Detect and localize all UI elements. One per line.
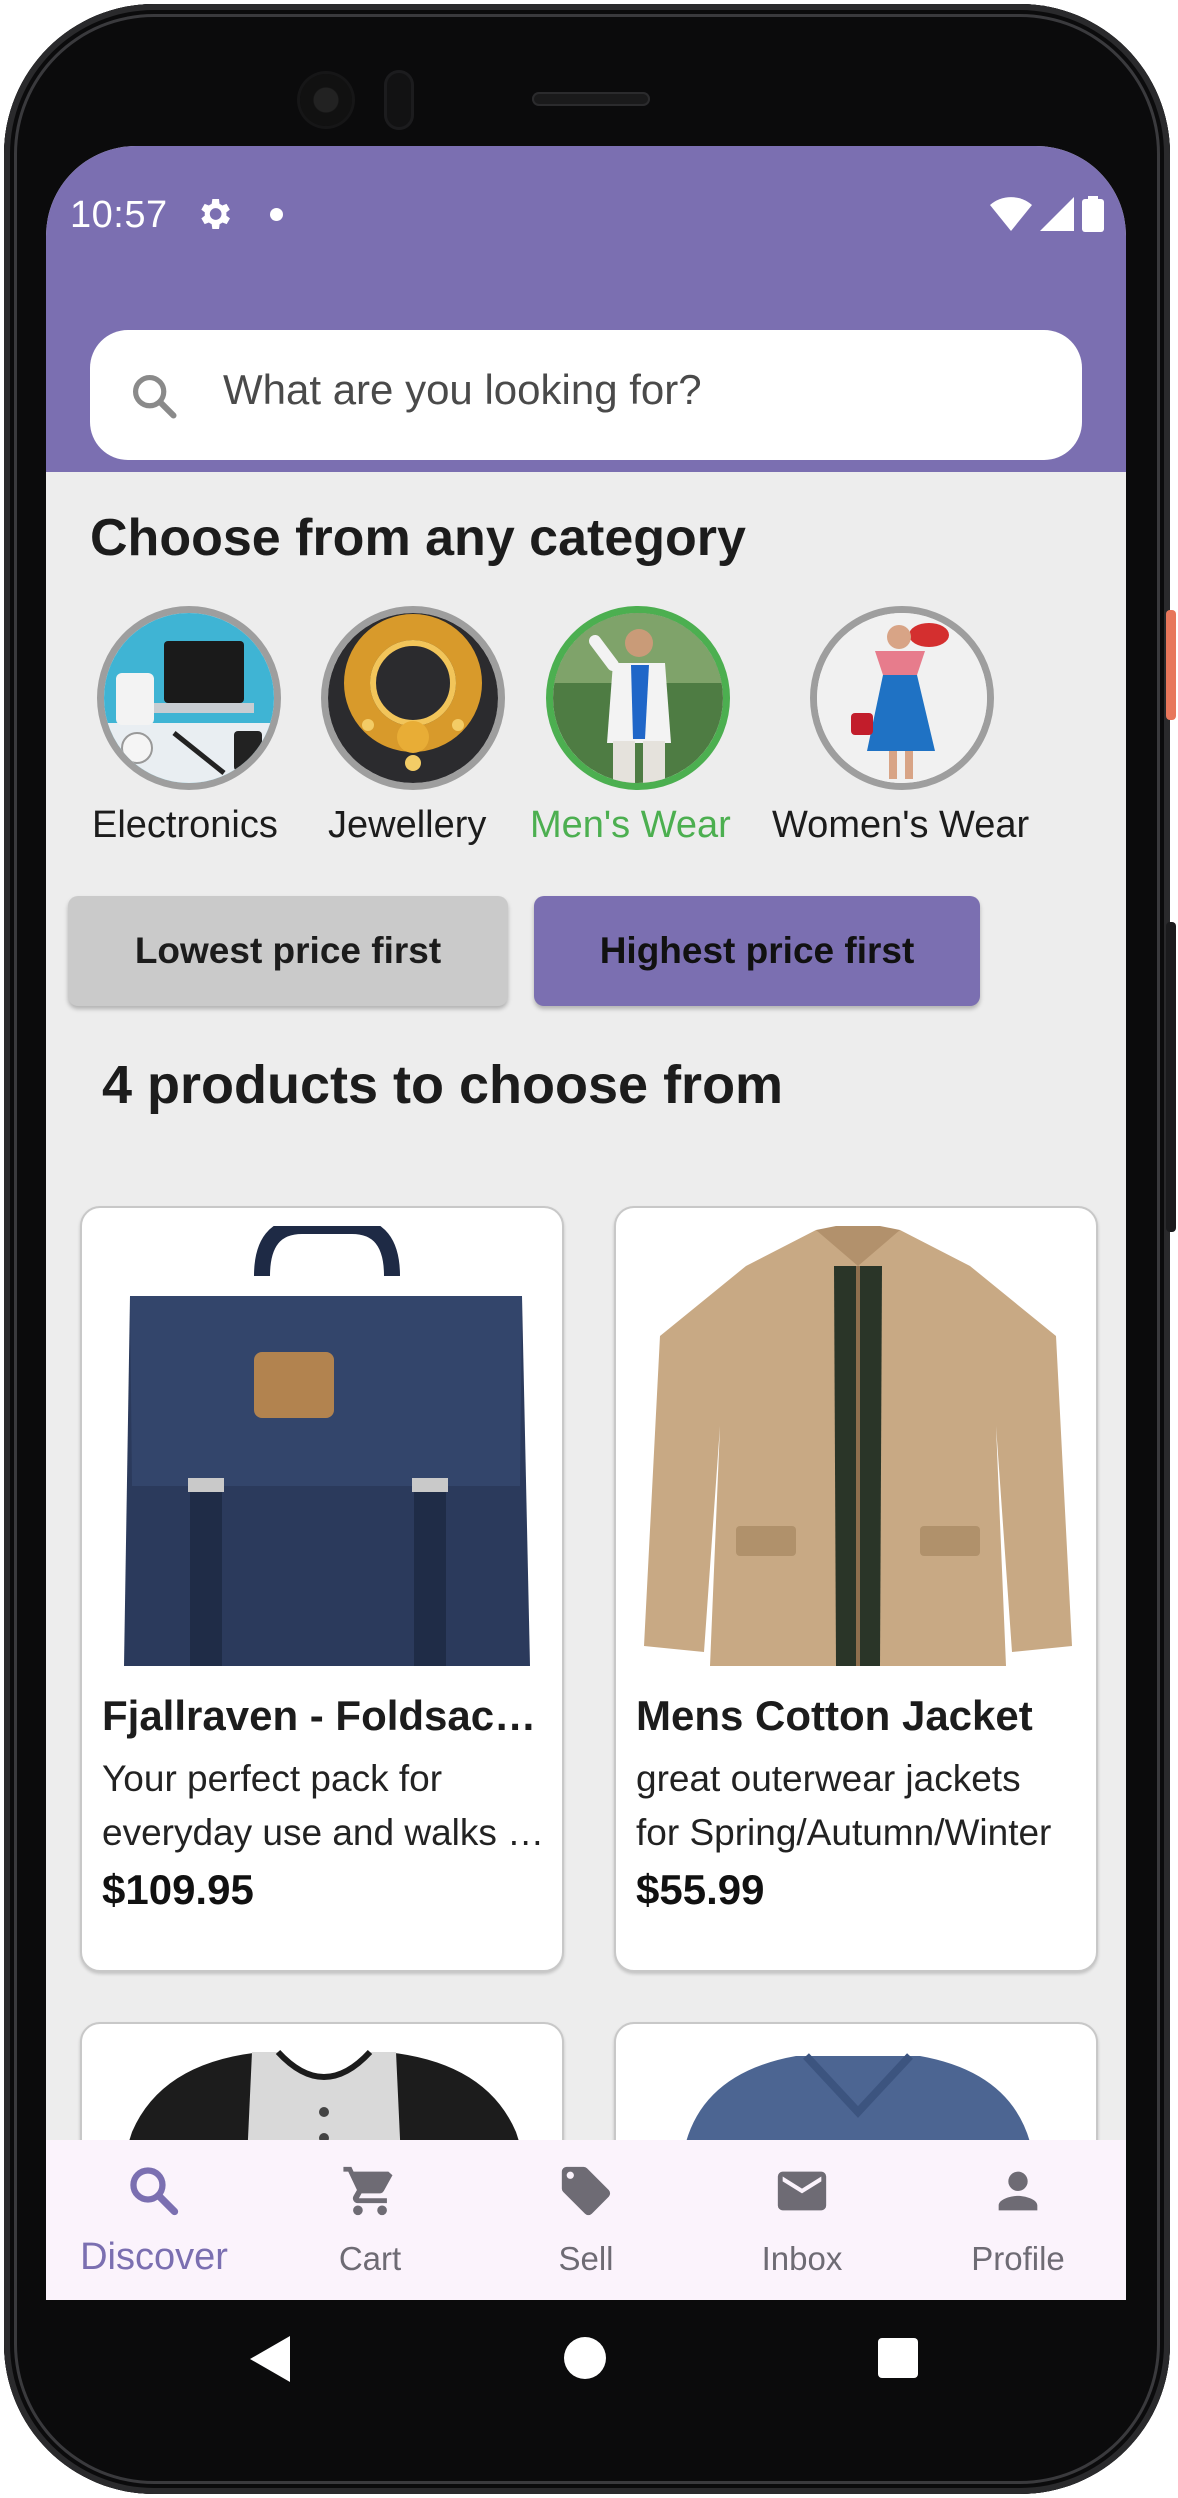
product-description-line: for Spring/Autumn/Winter xyxy=(636,1812,1052,1853)
status-bar: 10:57 xyxy=(46,146,1126,286)
nav-sell[interactable]: Sell xyxy=(478,2140,694,2300)
battery-icon xyxy=(1082,196,1104,232)
product-description-line: everyday use and walks in the forest xyxy=(102,1812,548,1853)
earpiece-speaker xyxy=(532,92,650,106)
sort-highest-price-button[interactable]: Highest price first xyxy=(534,896,980,1006)
product-card[interactable]: Mens Cotton Jacket great outerwear jacke… xyxy=(614,1206,1098,1972)
product-description: great outerwear jackets for Spring/Autum… xyxy=(636,1752,1082,1860)
product-title: Mens Cotton Jacket xyxy=(636,1692,1033,1739)
nav-cart[interactable]: Cart xyxy=(262,2140,478,2300)
jewellery-image xyxy=(321,606,505,790)
notification-dot-icon xyxy=(270,208,283,221)
nav-label: Sell xyxy=(558,2240,614,2277)
settings-gear-icon xyxy=(201,199,230,229)
nav-discover[interactable]: Discover xyxy=(46,2140,262,2300)
search-icon xyxy=(130,2167,179,2216)
category-label-womens-wear: Women's Wear xyxy=(772,804,1030,846)
nav-profile[interactable]: Profile xyxy=(910,2140,1126,2300)
product-description: Your perfect pack for everyday use and w… xyxy=(102,1752,548,1860)
product-description-line: great outerwear jackets xyxy=(636,1758,1021,1799)
nav-inbox[interactable]: Inbox xyxy=(694,2140,910,2300)
mens-wear-image xyxy=(546,606,730,790)
proximity-sensor xyxy=(384,70,414,130)
product-description-line: Your perfect pack for xyxy=(102,1758,443,1799)
bottom-navigation: Discover Cart Sell Inbox Profile xyxy=(46,2140,1126,2300)
womens-wear-image xyxy=(810,606,994,790)
search-input[interactable]: What are you looking for? xyxy=(90,330,1082,460)
product-price: $109.95 xyxy=(102,1866,254,1913)
nav-label: Discover xyxy=(80,2236,228,2278)
cellular-signal-icon xyxy=(1040,197,1074,231)
search-placeholder: What are you looking for? xyxy=(223,366,702,413)
category-section-title: Choose from any category xyxy=(90,509,746,567)
nav-label: Inbox xyxy=(761,2240,843,2277)
search-icon xyxy=(132,374,177,419)
system-navigation-bar xyxy=(46,2300,1126,2420)
product-price: $55.99 xyxy=(636,1866,765,1913)
mail-icon xyxy=(777,2171,827,2211)
wifi-icon xyxy=(990,197,1032,231)
products-count-title: 4 products to choose from xyxy=(102,1055,784,1115)
cart-icon xyxy=(343,2166,393,2216)
product-image-backpack xyxy=(102,1226,546,1676)
sort-lowest-price-button[interactable]: Lowest price first xyxy=(68,896,508,1006)
category-label-mens-wear: Men's Wear xyxy=(530,804,731,846)
app-screen: 10:57 What are you looking for? Choose f… xyxy=(46,146,1126,2300)
back-icon[interactable] xyxy=(250,2336,290,2382)
person-icon xyxy=(998,2171,1038,2211)
recent-apps-icon[interactable] xyxy=(878,2338,918,2378)
nav-label: Profile xyxy=(971,2240,1065,2277)
tag-icon xyxy=(561,2166,611,2216)
category-label-jewellery: Jewellery xyxy=(328,804,487,846)
nav-label: Cart xyxy=(338,2240,402,2277)
electronics-image xyxy=(97,606,281,790)
product-title: Fjallraven - Foldsack No. 1 Backpack, Fi… xyxy=(102,1692,552,1739)
product-card[interactable]: Fjallraven - Foldsack No. 1 Backpack, Fi… xyxy=(80,1206,564,1972)
status-time: 10:57 xyxy=(70,194,168,236)
category-label-electronics: Electronics xyxy=(92,804,278,846)
volume-button xyxy=(1166,922,1176,1232)
product-image-jacket xyxy=(636,1226,1080,1676)
status-icons xyxy=(990,196,1104,232)
home-icon[interactable] xyxy=(564,2337,606,2379)
front-camera xyxy=(300,74,352,126)
power-button xyxy=(1166,610,1176,720)
